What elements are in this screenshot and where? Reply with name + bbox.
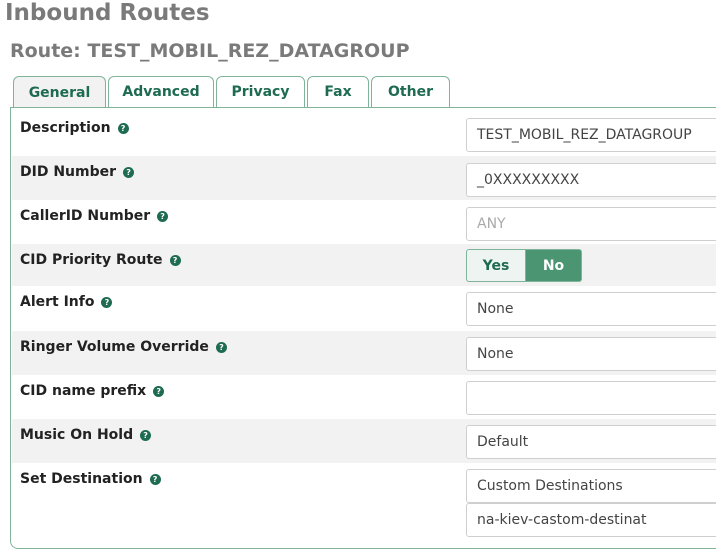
- cid-name-prefix-label: CID name prefix?: [20, 383, 165, 399]
- alert-info-row: Alert Info? None: [12, 286, 716, 331]
- help-icon[interactable]: ?: [117, 122, 129, 134]
- description-row: Description? TEST_MOBIL_REZ_DATAGROUP: [12, 112, 716, 156]
- help-icon[interactable]: ?: [149, 473, 161, 485]
- music-on-hold-select[interactable]: Default: [466, 425, 716, 459]
- tab-privacy[interactable]: Privacy: [216, 76, 305, 107]
- help-icon[interactable]: ?: [169, 254, 181, 266]
- ringer-volume-override-label: Ringer Volume Override?: [20, 339, 227, 355]
- help-icon[interactable]: ?: [157, 210, 169, 222]
- did-number-label: DID Number?: [20, 164, 135, 180]
- cid-priority-route-toggle: Yes No: [466, 249, 582, 282]
- tab-advanced[interactable]: Advanced: [108, 76, 214, 107]
- alert-info-select[interactable]: None: [466, 292, 716, 326]
- music-on-hold-label: Music On Hold?: [20, 427, 152, 443]
- callerid-number-row: CallerID Number? ANY: [12, 200, 716, 244]
- ringer-volume-override-select[interactable]: None: [466, 337, 716, 371]
- no-option[interactable]: No: [525, 249, 582, 282]
- help-icon[interactable]: ?: [123, 166, 135, 178]
- did-number-row: DID Number? _0XXXXXXXXX: [12, 156, 716, 200]
- route-title: Route: TEST_MOBIL_REZ_DATAGROUP: [10, 40, 410, 62]
- yes-option[interactable]: Yes: [466, 249, 526, 282]
- general-tab-panel: Description? TEST_MOBIL_REZ_DATAGROUP DI…: [10, 107, 716, 549]
- set-destination-label: Set Destination?: [20, 471, 161, 487]
- help-icon[interactable]: ?: [140, 429, 152, 441]
- cid-priority-route-label: CID Priority Route?: [20, 252, 181, 268]
- ringer-volume-override-row: Ringer Volume Override? None: [12, 331, 716, 375]
- help-icon[interactable]: ?: [153, 385, 165, 397]
- destination-select[interactable]: na-kiev-castom-destinat: [466, 503, 716, 537]
- help-icon[interactable]: ?: [101, 296, 113, 308]
- description-label: Description?: [20, 120, 129, 136]
- tab-fax[interactable]: Fax: [307, 76, 369, 107]
- set-destination-row: Set Destination? Custom Destinations na-…: [12, 463, 716, 543]
- callerid-number-label: CallerID Number?: [20, 208, 169, 224]
- help-icon[interactable]: ?: [215, 341, 227, 353]
- cid-priority-route-row: CID Priority Route? Yes No: [12, 244, 716, 286]
- tab-other[interactable]: Other: [371, 76, 450, 107]
- cid-name-prefix-row: CID name prefix?: [12, 375, 716, 419]
- description-input[interactable]: TEST_MOBIL_REZ_DATAGROUP: [466, 118, 716, 152]
- cid-name-prefix-input[interactable]: [466, 381, 716, 415]
- tab-general[interactable]: General: [13, 76, 106, 109]
- destination-type-select[interactable]: Custom Destinations: [466, 469, 716, 503]
- alert-info-label: Alert Info?: [20, 294, 113, 310]
- page-title: Inbound Routes: [5, 0, 210, 26]
- did-number-input[interactable]: _0XXXXXXXXX: [466, 163, 716, 197]
- callerid-number-input[interactable]: ANY: [466, 207, 716, 241]
- music-on-hold-row: Music On Hold? Default: [12, 419, 716, 463]
